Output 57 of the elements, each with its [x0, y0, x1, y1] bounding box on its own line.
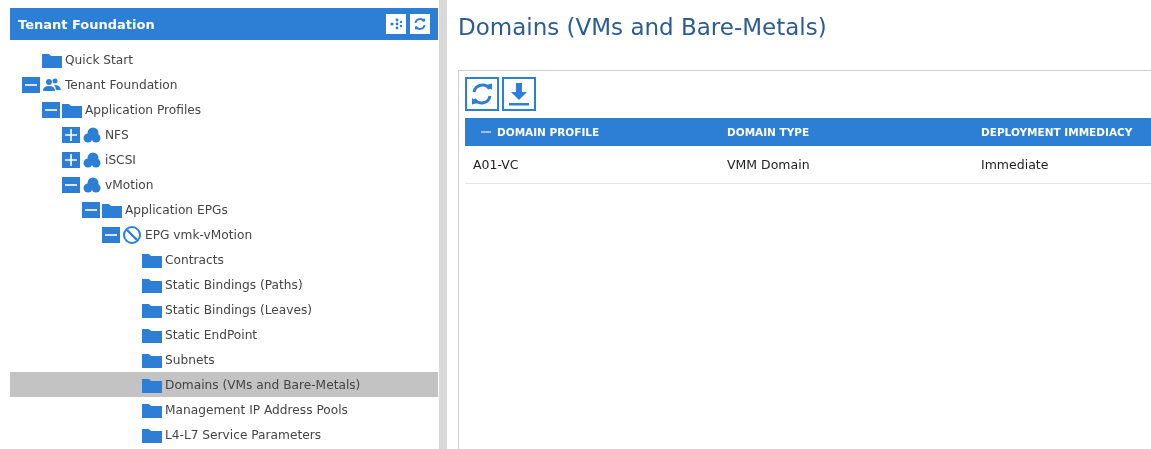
refresh-button[interactable]: [465, 77, 499, 111]
tree-item[interactable]: iSCSI: [10, 147, 438, 172]
folder-icon: [62, 101, 82, 118]
folder-icon: [142, 251, 162, 268]
tree-item[interactable]: Contracts: [10, 247, 438, 272]
download-button[interactable]: [502, 77, 536, 111]
refresh-button[interactable]: [410, 14, 430, 34]
folder-icon: [42, 51, 62, 68]
tree-item[interactable]: Static Bindings (Paths): [10, 272, 438, 297]
tree-item[interactable]: Quick Start: [10, 47, 438, 72]
refresh-icon: [469, 81, 495, 107]
folder-icon: [142, 376, 162, 393]
tree-item[interactable]: L4-L7 Service Parameters: [10, 422, 438, 447]
folder-icon: [102, 201, 122, 218]
tree-item[interactable]: vMotion: [10, 172, 438, 197]
table-cell-text: Immediate: [980, 157, 1050, 172]
cluster-icon: [82, 176, 102, 193]
download-icon: [506, 81, 532, 107]
tree-item[interactable]: EPG vmk-vMotion: [10, 222, 438, 247]
folder-icon: [142, 326, 162, 343]
tree-item[interactable]: Subnets: [10, 347, 438, 372]
tree-item[interactable]: Application EPGs: [10, 197, 438, 222]
tree-item[interactable]: Static EndPoint: [10, 322, 438, 347]
cluster-icon: [82, 151, 102, 168]
sort-icon: [481, 130, 491, 134]
folder-icon: [142, 426, 162, 443]
collapse-icon[interactable]: [22, 76, 40, 93]
collapse-icon[interactable]: [82, 201, 100, 218]
scrollbar[interactable]: [439, 0, 447, 449]
folder-icon: [142, 301, 162, 318]
people-icon: [42, 76, 62, 93]
column-header[interactable]: DOMAIN TYPE: [719, 126, 973, 138]
tree-item[interactable]: NFS: [10, 122, 438, 147]
collapse-icon[interactable]: [62, 176, 80, 193]
expand-icon[interactable]: [62, 126, 80, 143]
column-header[interactable]: DOMAIN PROFILE: [465, 126, 719, 138]
folder-icon: [142, 401, 162, 418]
page-title: Domains (VMs and Bare-Metals): [458, 14, 828, 42]
tree-item[interactable]: Static Bindings (Leaves): [10, 297, 438, 322]
refresh-icon: [413, 17, 427, 31]
tree-item[interactable]: Domains (VMs and Bare-Metals): [10, 372, 438, 397]
table-cell-text: A01-VC: [472, 157, 520, 172]
tree-item[interactable]: Application Profiles: [10, 97, 438, 122]
epg-icon: [122, 225, 142, 244]
folder-icon: [142, 351, 162, 368]
collapse-icon[interactable]: [102, 226, 120, 243]
cluster-icon: [82, 126, 102, 143]
tree-item[interactable]: Tenant Foundation: [10, 72, 438, 97]
folder-icon: [142, 276, 162, 293]
column-header[interactable]: DEPLOYMENT IMMEDIACY: [973, 126, 1151, 138]
sidebar-title: Tenant Foundation: [18, 16, 156, 32]
topology-button[interactable]: [386, 14, 406, 34]
collapse-icon[interactable]: [42, 101, 60, 118]
tree-item[interactable]: Management IP Address Pools: [10, 397, 438, 422]
expand-icon[interactable]: [62, 151, 80, 168]
table-cell-text: VMM Domain: [726, 157, 811, 172]
topology-icon: [389, 17, 403, 31]
